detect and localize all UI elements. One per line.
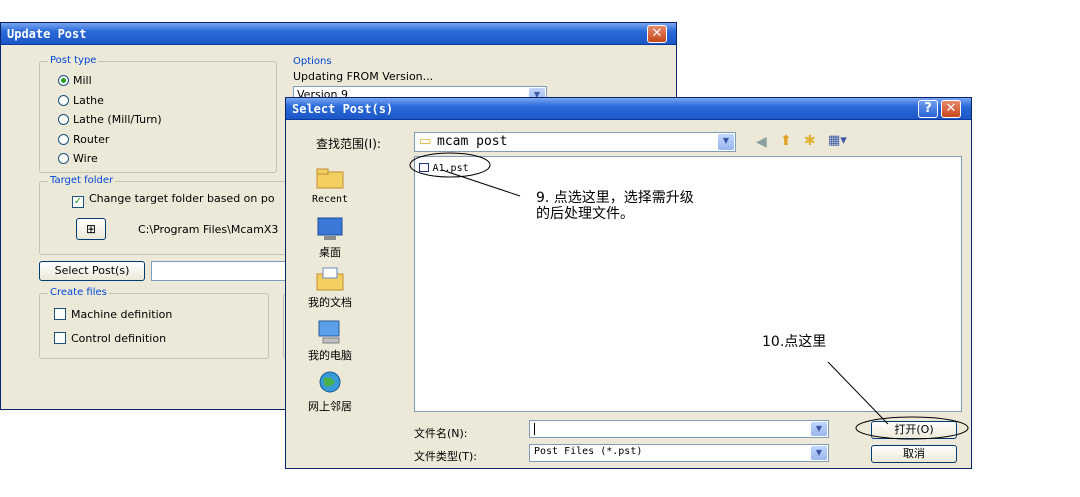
post-type-label: Post type: [48, 55, 99, 66]
pst-file-icon: [419, 163, 429, 172]
checkbox-icon: [54, 332, 66, 344]
update-post-title: Update Post: [7, 27, 87, 41]
view-menu-icon[interactable]: ▦▾: [828, 133, 847, 148]
update-post-close-button[interactable]: ✕: [647, 25, 667, 43]
help-button[interactable]: ?: [918, 100, 938, 118]
network-globe-icon: [319, 371, 341, 393]
checkbox-icon: [54, 308, 66, 320]
folder-icon: ▭: [419, 134, 432, 149]
close-icon: ✕: [651, 26, 663, 41]
radio-wire[interactable]: Wire: [58, 152, 98, 165]
radio-icon: [58, 95, 69, 106]
create-files-group: Create files Machine definition Control …: [39, 287, 269, 359]
target-folder-group: Target folder ✓ Change target folder base…: [39, 175, 309, 255]
up-folder-icon[interactable]: ⬆: [780, 133, 792, 149]
cancel-button[interactable]: 取消: [871, 445, 957, 463]
folder-tree-icon: ⊞: [85, 222, 97, 236]
new-folder-icon[interactable]: ✱: [804, 133, 816, 149]
filename-input[interactable]: ▼: [529, 420, 829, 438]
close-icon: ✕: [945, 101, 957, 116]
sidebar-item-my-documents[interactable]: 我的文档: [294, 266, 366, 310]
chevron-down-icon: ▼: [718, 134, 734, 150]
select-post-title: Select Post(s): [292, 102, 394, 116]
select-post-close-button[interactable]: ✕: [941, 100, 961, 118]
sidebar-item-recent[interactable]: Recent: [294, 166, 366, 205]
radio-icon: [58, 153, 69, 164]
browse-folder-button[interactable]: ⊞: [76, 218, 106, 240]
machine-definition-checkbox[interactable]: Machine definition: [54, 308, 172, 321]
options-label: Options: [293, 56, 332, 67]
help-icon: ?: [924, 101, 932, 116]
recent-folder-icon: [316, 168, 344, 189]
list-item[interactable]: A1.pst: [419, 161, 469, 174]
filetype-select[interactable]: Post Files (*.pst) ▼: [529, 444, 829, 462]
select-post-titlebar: Select Post(s): [286, 98, 971, 120]
places-sidebar: Recent 桌面 我的文档 我的电脑 网上邻居: [290, 156, 370, 416]
filename-label: 文件名(N):: [414, 427, 468, 440]
create-files-label: Create files: [48, 287, 109, 298]
desktop-icon: [317, 217, 343, 240]
chevron-down-icon: ▼: [811, 422, 827, 436]
text-cursor: [534, 423, 535, 435]
change-target-folder-checkbox[interactable]: ✓ Change target folder based on po: [72, 192, 275, 208]
note-9-line2: 的后处理文件。: [536, 206, 634, 222]
target-folder-path: C:\Program Files\McamX3: [138, 223, 279, 236]
radio-icon: [58, 134, 69, 145]
sidebar-item-my-computer[interactable]: 我的电脑: [294, 319, 366, 363]
select-post-window: Select Post(s) ? ✕ 查找范围(I): ▭ mcam post …: [285, 97, 972, 469]
control-definition-checkbox[interactable]: Control definition: [54, 332, 166, 345]
checkmark-icon: ✓: [72, 196, 84, 208]
update-post-titlebar: Update Post: [1, 23, 676, 45]
open-button[interactable]: 打开(O): [871, 421, 957, 439]
radio-selected-icon: [58, 75, 69, 86]
radio-mill[interactable]: Mill: [58, 74, 92, 87]
note-10: 10.点这里: [762, 334, 827, 350]
filetype-label: 文件类型(T):: [414, 450, 478, 463]
radio-icon: [58, 114, 69, 125]
documents-folder-icon: [316, 267, 344, 291]
sidebar-item-desktop[interactable]: 桌面: [294, 216, 366, 260]
chevron-down-icon: ▼: [811, 446, 827, 460]
radio-lathe[interactable]: Lathe: [58, 94, 104, 107]
sidebar-item-network[interactable]: 网上邻居: [294, 370, 366, 414]
look-in-label: 查找范围(I):: [316, 137, 381, 151]
look-in-select[interactable]: ▭ mcam post ▼: [414, 132, 736, 152]
radio-lathe-mill-turn[interactable]: Lathe (Mill/Turn): [58, 113, 162, 126]
back-icon[interactable]: ◀: [756, 134, 767, 150]
selected-posts-field[interactable]: [151, 261, 287, 281]
radio-router[interactable]: Router: [58, 133, 109, 146]
updating-from-label: Updating FROM Version...: [293, 70, 434, 83]
select-posts-button[interactable]: Select Post(s): [39, 261, 145, 281]
computer-icon: [318, 320, 340, 344]
post-type-group: Post type Mill Lathe Lathe (Mill/Turn) R…: [39, 55, 277, 173]
target-folder-label: Target folder: [48, 175, 116, 186]
